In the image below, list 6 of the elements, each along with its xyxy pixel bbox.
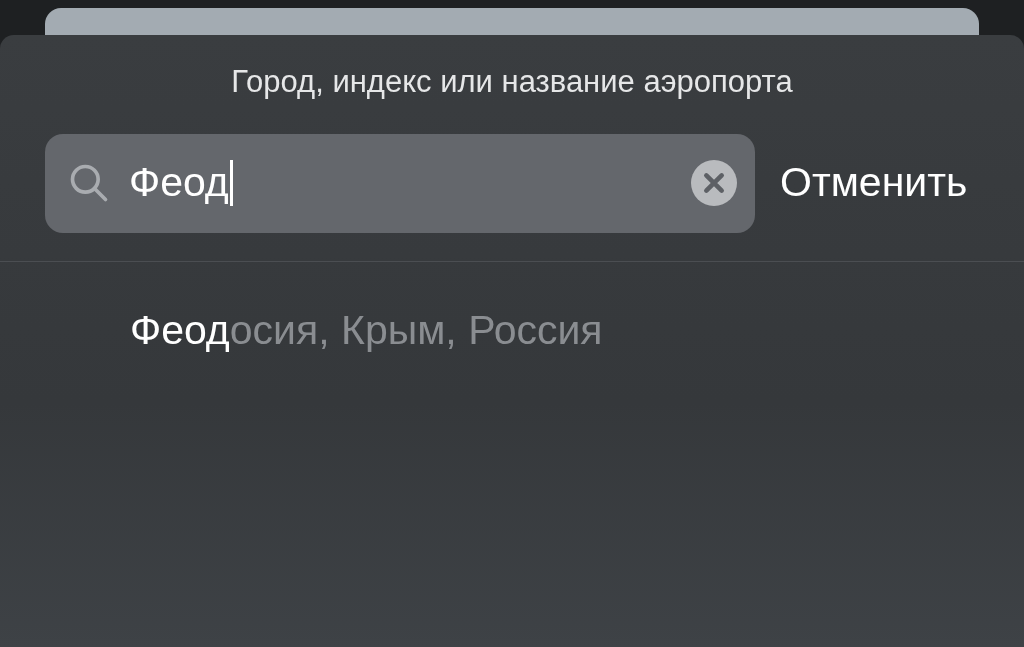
search-result[interactable]: Феодосия, Крым, Россия <box>0 300 1024 362</box>
sheet-title: Город, индекс или название аэропорта <box>231 62 793 101</box>
cancel-button[interactable]: Отменить <box>780 152 968 214</box>
search-text: Феод <box>129 158 229 208</box>
clear-icon[interactable] <box>691 160 737 206</box>
search-field[interactable]: Феод <box>45 133 755 233</box>
